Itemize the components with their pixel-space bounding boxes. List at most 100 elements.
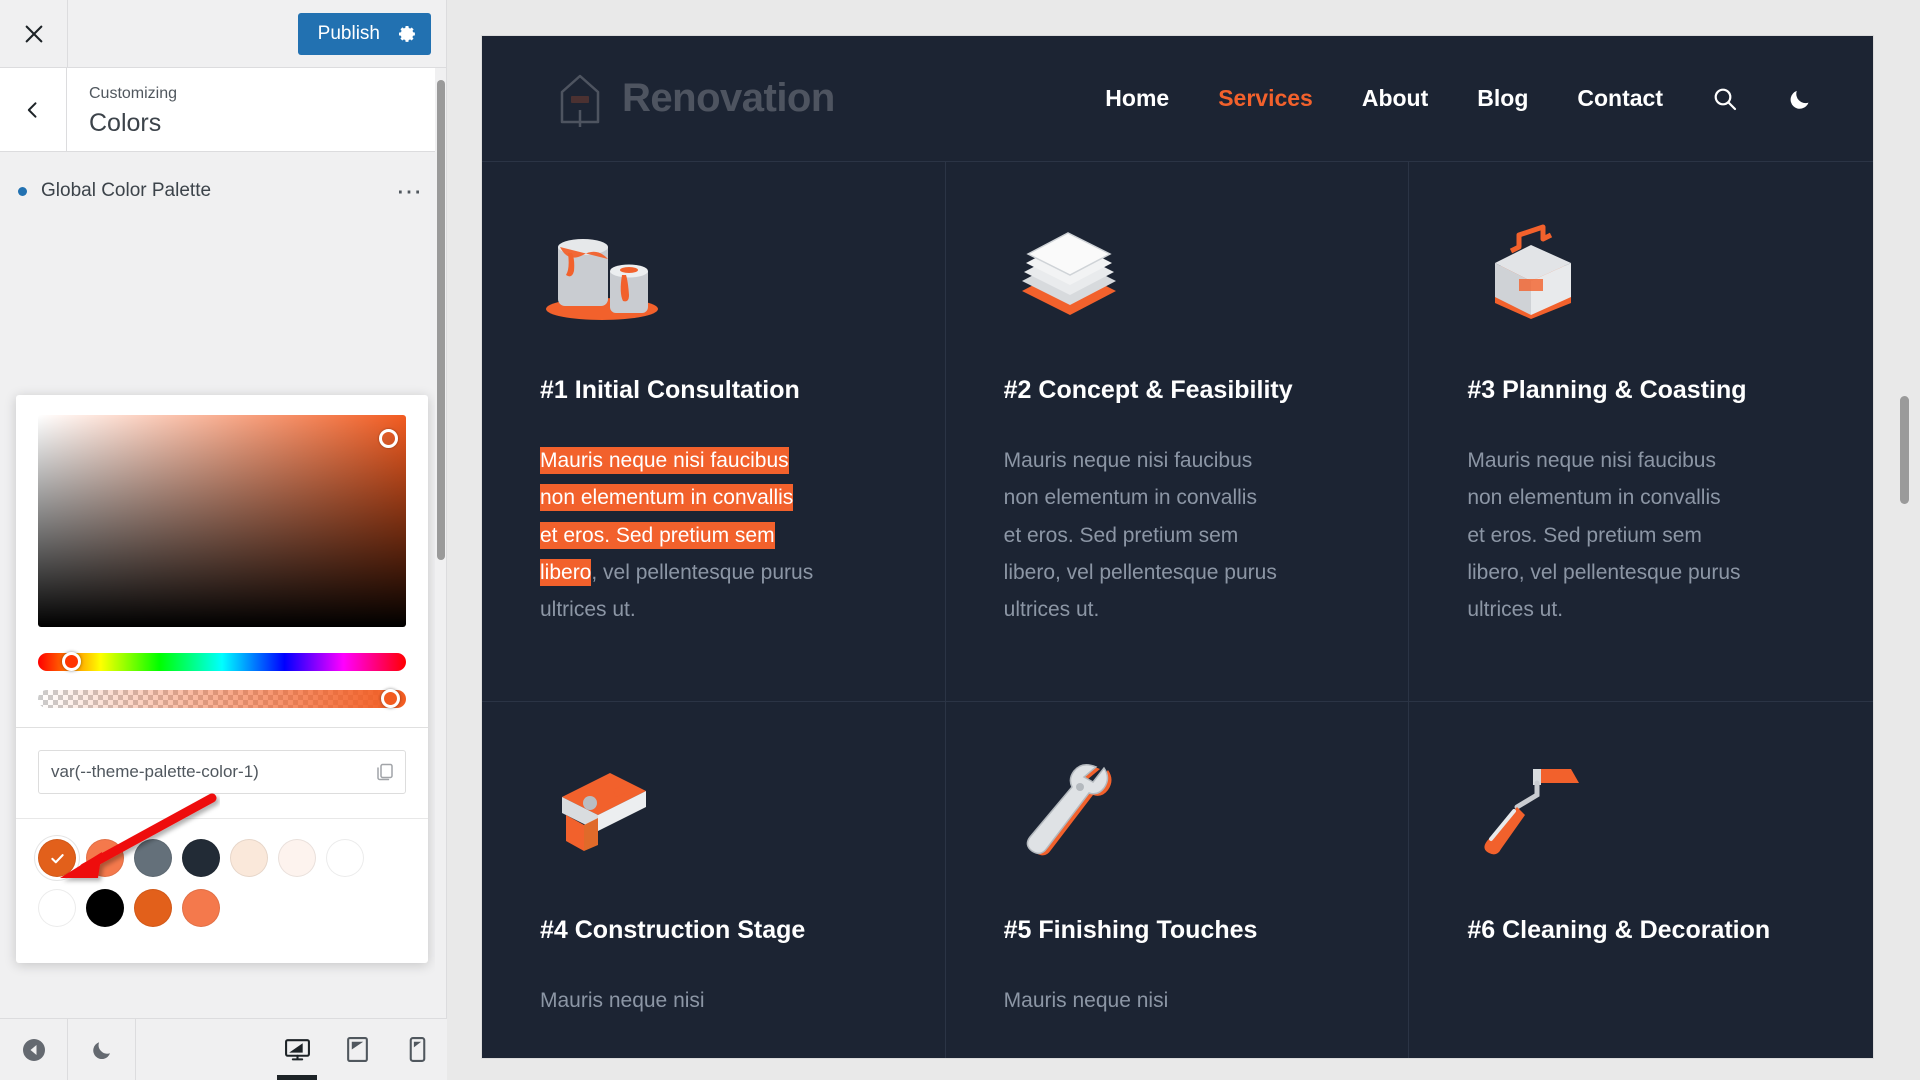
check-icon [50,853,64,863]
site-title: Renovation [622,76,835,120]
customizer-footer [0,1018,447,1080]
site-preview-pane: Renovation Home Services About Blog Cont… [447,0,1920,1080]
card-text: Mauris neque nisi faucibus non elementum… [1467,448,1741,622]
palette-swatches [16,818,428,963]
footer-spacer [136,1019,267,1080]
sidebar-scrollbar-thumb[interactable] [437,80,445,560]
swatch-palette-color-2[interactable] [86,839,124,877]
hue-slider[interactable] [38,652,406,671]
card-title: #1 Initial Consultation [540,376,800,404]
swatch-palette-color-4[interactable] [182,839,220,877]
customizer-panel-header: Customizing Colors [0,68,446,152]
breadcrumb: Customizing Colors [67,68,177,151]
previewed-site: Renovation Home Services About Blog Cont… [482,36,1873,1058]
card-text: Mauris neque nisi faucibus non elementum… [1003,448,1277,622]
page-title: Colors [89,109,162,137]
service-card: #3 Planning & Coasting Mauris neque nisi… [1409,162,1873,702]
sidebar-scrollbar[interactable] [435,68,446,1018]
card-text: Mauris neque nisi faucibus non elementum… [540,442,815,629]
swatch-palette-color-1[interactable] [38,839,76,877]
card-title: #3 Planning & Coasting [1467,376,1747,404]
preview-scrollbar[interactable] [1898,36,1911,1058]
swatch-palette-color-7[interactable] [326,839,364,877]
house-logo-icon [560,74,600,127]
card-title: #6 Cleaning & Decoration [1467,916,1771,944]
close-customizer-button[interactable] [0,0,68,67]
customizer-topbar: Publish [0,0,446,68]
chevron-left-icon [27,101,37,118]
breadcrumb-customizing: Customizing [89,85,178,102]
publish-label: Publish [317,22,380,44]
collapse-sidebar-icon [22,1038,45,1061]
customizer-sidebar: Publish Customizing Colors Global Color … [0,0,447,1080]
nav-item-contact[interactable]: Contact [1577,85,1663,112]
card-text: Mauris neque nisi [540,988,705,1012]
card-text: Mauris neque nisi [1003,988,1169,1012]
swatch-palette-color-11[interactable] [182,889,220,927]
copy-icon[interactable] [375,762,395,782]
back-button[interactable] [0,68,67,151]
saturation-value-area[interactable] [38,415,406,627]
device-desktop-button[interactable] [267,1019,327,1080]
primary-navigation: Home Services About Blog Contact [1105,85,1813,112]
hue-slider-handle[interactable] [62,652,81,671]
more-options-button[interactable]: ⋯ [396,178,424,204]
mobile-icon [409,1037,425,1062]
service-card: #6 Cleaning & Decoration [1409,702,1873,1058]
color-picker-popover [16,395,428,963]
moon-icon [92,1041,110,1059]
paint-roller-icon [1467,752,1815,862]
alpha-slider[interactable] [38,689,406,708]
power-drill-icon [540,752,887,862]
close-icon [25,25,42,42]
swatch-palette-color-10[interactable] [134,889,172,927]
saturation-handle[interactable] [379,429,398,448]
paint-cans-icon [540,212,887,322]
search-icon[interactable] [1712,86,1738,112]
service-card: #5 Finishing Touches Mauris neque nisi [946,702,1410,1058]
customizer-body: Global Color Palette ⋯ Text Selection Bo… [0,152,446,1018]
wrench-icon [1004,752,1351,862]
device-preview-group [267,1019,447,1080]
site-header: Renovation Home Services About Blog Cont… [482,36,1873,161]
palette-swatch-row-2 [38,889,406,927]
publish-group: Publish [297,0,446,67]
device-mobile-button[interactable] [387,1019,447,1080]
color-value-field[interactable] [38,750,406,794]
nav-item-blog[interactable]: Blog [1477,85,1528,112]
dark-mode-toggle-button[interactable] [68,1019,136,1080]
global-color-palette-header: Global Color Palette ⋯ [0,152,446,204]
customizer-app: Publish Customizing Colors Global Color … [0,0,1920,1080]
tablet-icon [346,1037,368,1062]
swatch-palette-color-3[interactable] [134,839,172,877]
color-value-input[interactable] [51,762,375,782]
card-title: #2 Concept & Feasibility [1003,376,1293,404]
nav-item-services[interactable]: Services [1218,85,1313,112]
service-card: #2 Concept & Feasibility Mauris neque ni… [945,162,1410,702]
toolbox-icon [1467,212,1815,322]
global-color-palette-label: Global Color Palette [41,180,212,201]
swatch-palette-color-8[interactable] [38,889,76,927]
site-branding[interactable]: Renovation [554,70,835,128]
publish-button[interactable]: Publish [297,12,431,55]
preview-scrollbar-thumb[interactable] [1900,396,1909,504]
nav-item-about[interactable]: About [1362,85,1428,112]
modified-dot-icon [18,186,27,196]
collapse-sidebar-button[interactable] [0,1019,68,1080]
moon-icon[interactable] [1787,86,1813,112]
palette-swatch-row-1 [38,839,406,877]
swatch-palette-color-6[interactable] [278,839,316,877]
swatch-palette-color-5[interactable] [230,839,268,877]
nav-item-home[interactable]: Home [1105,85,1169,112]
desktop-icon [284,1039,310,1061]
alpha-slider-handle[interactable] [381,689,400,708]
service-card: #1 Initial Consultation Mauris neque nis… [482,162,946,702]
tiles-icon [1004,212,1351,322]
device-tablet-button[interactable] [327,1019,387,1080]
card-title: #5 Finishing Touches [1003,916,1258,944]
color-value-row [38,728,406,818]
card-title: #4 Construction Stage [540,916,806,944]
gear-icon[interactable] [397,24,417,44]
swatch-palette-color-9[interactable] [86,889,124,927]
